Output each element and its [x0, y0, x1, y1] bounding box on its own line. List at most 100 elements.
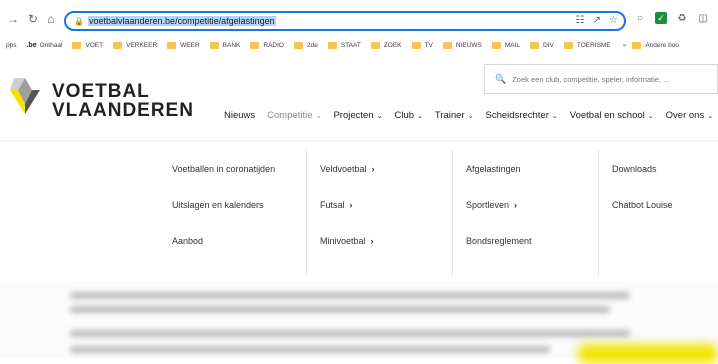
- folder-icon: [530, 41, 539, 49]
- menu-link-chatbot-louise[interactable]: Chatbot Louise: [612, 200, 673, 210]
- menu-link-downloads[interactable]: Downloads: [612, 164, 657, 174]
- menu-link-label: Uitslagen en kalenders: [172, 200, 264, 210]
- bookmark-label: ZOEK: [383, 41, 402, 49]
- chevron-right-icon: ›: [514, 200, 518, 210]
- chevron-down-icon: ⌄: [376, 112, 383, 120]
- bookmark-item[interactable]: pps: [6, 42, 16, 49]
- bookmark-star-icon[interactable]: ☆: [609, 15, 618, 26]
- nav-label: Trainer: [434, 110, 465, 121]
- share-icon[interactable]: ↗: [593, 15, 601, 26]
- folder-icon: [209, 41, 219, 49]
- other-bookmarks-folder[interactable]: Andere boo: [632, 41, 679, 49]
- bookmark-folder[interactable]: NIEUWS: [442, 41, 482, 49]
- bookmark-folder[interactable]: VOET: [72, 41, 103, 49]
- nav-item-nieuws[interactable]: Nieuws: [224, 110, 255, 121]
- blurred-text-line: [70, 292, 630, 299]
- bookmark-folder[interactable]: VERKEER: [113, 41, 157, 49]
- menu-link-label: Aanbod: [172, 236, 204, 246]
- bookmark-folder[interactable]: DIV: [530, 41, 554, 49]
- bookmark-folder[interactable]: TV: [411, 41, 433, 49]
- nav-item-over-ons[interactable]: Over ons ⌄: [666, 110, 713, 121]
- bookmark-folder[interactable]: ZOEK: [370, 41, 402, 49]
- menu-link-futsal[interactable]: Futsal ›: [320, 200, 353, 210]
- chevron-right-icon: ›: [370, 236, 374, 246]
- bookmark-folder[interactable]: BANK: [209, 41, 241, 49]
- blurred-text-line: [70, 346, 550, 353]
- nav-label: Projecten: [333, 110, 374, 121]
- nav-item-trainer[interactable]: Trainer ⌄: [435, 110, 474, 121]
- home-icon[interactable]: ⌂: [42, 10, 60, 28]
- menu-link-afgelastingen[interactable]: Afgelastingen: [466, 164, 521, 174]
- side-panel-icon[interactable]: ◫: [697, 12, 709, 24]
- bookmarks-bar: pps .be Onthaal VOET VERKEER WEER BANK RA…: [0, 38, 718, 52]
- bookmark-item[interactable]: .be Onthaal: [26, 42, 62, 49]
- bookmark-label: WEER: [180, 41, 200, 49]
- extension-icon[interactable]: ○: [634, 12, 646, 24]
- search-input[interactable]: [512, 74, 713, 84]
- chevron-right-icon: ›: [349, 200, 353, 210]
- url-text[interactable]: voetbalvlaanderen.be/competitie/afgelast…: [88, 16, 276, 26]
- folder-icon: [72, 41, 82, 49]
- folder-icon: [113, 41, 123, 49]
- folder-icon: [632, 41, 642, 49]
- folder-icon: [411, 41, 421, 49]
- competitie-mega-menu: [0, 141, 718, 281]
- chevron-down-icon: ⌄: [551, 112, 558, 120]
- be-badge-icon: .be: [26, 41, 37, 49]
- checkmark-extension-icon[interactable]: ✓: [655, 12, 667, 24]
- menu-link-bondsreglement[interactable]: Bondsreglement: [466, 236, 532, 246]
- column-divider: [598, 150, 599, 276]
- menu-link-label: Veldvoetbal: [320, 164, 367, 174]
- menu-link-label: Bondsreglement: [466, 236, 532, 246]
- bookmark-folder[interactable]: RADIO: [250, 41, 284, 49]
- nav-item-scheidsrechter[interactable]: Scheidsrechter ⌄: [486, 110, 558, 121]
- menu-link-label: Voetballen in coronatijden: [172, 164, 276, 174]
- chevron-down-icon: ⌄: [647, 112, 654, 120]
- menu-link-uitslagen-en-kalenders[interactable]: Uitslagen en kalenders: [172, 200, 264, 210]
- search-icon[interactable]: 🔍: [495, 74, 506, 85]
- bookmark-folder[interactable]: 2de: [293, 41, 318, 49]
- bookmark-label: Andere boo: [645, 41, 679, 49]
- bookmark-folder[interactable]: STAAT: [327, 41, 361, 49]
- lock-icon[interactable]: 🔒: [74, 17, 84, 26]
- nav-label: Voetbal en school: [569, 110, 645, 121]
- menu-link-sportleven[interactable]: Sportleven ›: [466, 200, 517, 210]
- menu-link-label: Chatbot Louise: [612, 200, 673, 210]
- menu-link-veldvoetbal[interactable]: Veldvoetbal ›: [320, 164, 375, 174]
- nav-label: Club: [394, 110, 415, 121]
- translate-icon[interactable]: ☷: [576, 15, 585, 26]
- folder-icon: [250, 41, 260, 49]
- bookmarks-overflow-button[interactable]: »: [623, 42, 627, 49]
- chevron-right-icon: ›: [371, 164, 375, 174]
- nav-item-competitie[interactable]: Competitie ⌄: [267, 110, 321, 121]
- nav-item-projecten[interactable]: Projecten ⌄: [333, 110, 382, 121]
- nav-item-club[interactable]: Club ⌄: [394, 110, 422, 121]
- menu-link-minivoetbal[interactable]: Minivoetbal ›: [320, 236, 374, 246]
- address-bar[interactable]: 🔒 voetbalvlaanderen.be/competitie/afgela…: [64, 11, 626, 31]
- menu-link-label: Minivoetbal: [320, 236, 366, 246]
- puzzle-icon[interactable]: ♻: [676, 12, 688, 24]
- nav-label: Over ons: [665, 110, 705, 121]
- nav-item-voetbal-en-school[interactable]: Voetbal en school ⌄: [570, 110, 654, 121]
- menu-link-voetballen-in-coronatijden[interactable]: Voetballen in coronatijden: [172, 164, 275, 174]
- main-nav: Nieuws Competitie ⌄ Projecten ⌄ Club ⌄ Trai…: [224, 110, 718, 121]
- site-logo[interactable]: VOETBAL VLAANDEREN: [10, 78, 194, 120]
- reload-icon[interactable]: ↻: [24, 10, 42, 28]
- menu-link-label: Downloads: [612, 164, 657, 174]
- folder-icon: [167, 41, 177, 49]
- bookmark-label: STAAT: [340, 41, 361, 49]
- column-divider: [452, 150, 453, 276]
- bookmark-folder[interactable]: WEER: [167, 41, 200, 49]
- bookmark-label: 2de: [306, 41, 318, 49]
- menu-link-label: Afgelastingen: [466, 164, 521, 174]
- menu-link-aanbod[interactable]: Aanbod: [172, 236, 203, 246]
- bookmark-folder[interactable]: MAIL: [491, 41, 520, 49]
- bookmark-label: TOERISME: [576, 41, 611, 49]
- bookmark-folder[interactable]: TOERISME: [563, 41, 611, 49]
- bookmark-label: Onthaal: [39, 41, 63, 49]
- bookmark-label: BANK: [222, 41, 241, 49]
- site-search[interactable]: 🔍: [484, 64, 718, 94]
- menu-link-label: Futsal: [320, 200, 345, 210]
- folder-icon: [327, 41, 337, 49]
- back-icon[interactable]: →: [4, 10, 22, 28]
